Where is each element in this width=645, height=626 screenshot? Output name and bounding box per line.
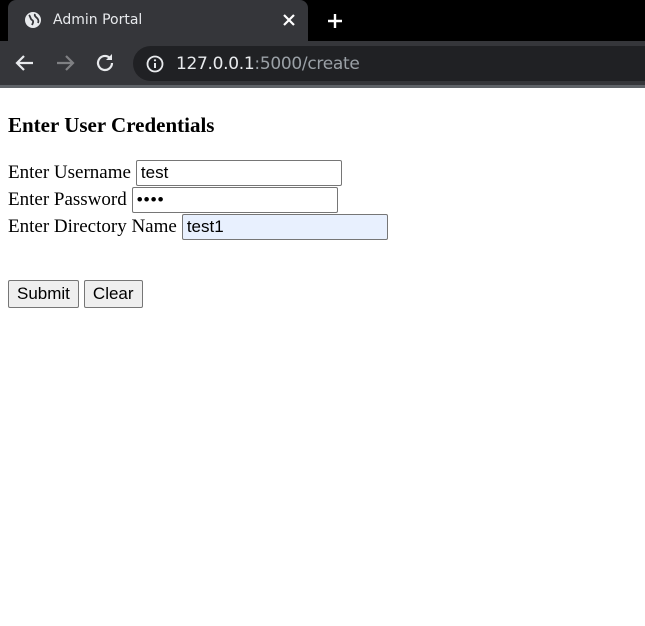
url-text[interactable]: 127.0.0.1:5000/create	[176, 54, 360, 74]
password-label: Enter Password	[8, 188, 127, 210]
new-tab-icon[interactable]	[325, 11, 345, 31]
credentials-form: Enter Username Enter Password Enter Dire…	[8, 159, 637, 308]
form-buttons: Submit Clear	[8, 280, 637, 308]
password-row: Enter Password	[8, 186, 637, 213]
page-title: Enter User Credentials	[8, 113, 215, 137]
browser-chrome: Admin Portal 127.0.0.1:5000/create	[0, 0, 645, 88]
tab-strip: Admin Portal	[0, 0, 645, 41]
username-row: Enter Username	[8, 159, 637, 186]
browser-toolbar: 127.0.0.1:5000/create	[0, 41, 645, 85]
tab-title: Admin Portal	[53, 12, 143, 28]
directory-row: Enter Directory Name	[8, 213, 637, 240]
directory-label: Enter Directory Name	[8, 215, 177, 237]
username-label: Enter Username	[8, 161, 131, 183]
close-icon[interactable]	[282, 13, 296, 27]
username-input[interactable]	[135, 159, 342, 186]
back-arrow-icon[interactable]	[13, 51, 37, 75]
address-bar[interactable]: 127.0.0.1:5000/create	[133, 46, 645, 81]
url-path: :5000/create	[254, 54, 360, 74]
info-icon[interactable]	[146, 55, 164, 73]
toolbar-divider	[0, 85, 645, 88]
reload-icon[interactable]	[93, 51, 117, 75]
globe-icon	[25, 12, 41, 28]
url-host: 127.0.0.1	[176, 54, 255, 74]
page-content: Enter User Credentials Enter Username En…	[0, 113, 645, 308]
forward-arrow-icon[interactable]	[53, 51, 77, 75]
submit-button[interactable]: Submit	[8, 280, 79, 308]
clear-button[interactable]: Clear	[83, 280, 143, 308]
directory-name-input[interactable]	[181, 213, 388, 240]
tab-admin-portal[interactable]: Admin Portal	[8, 0, 308, 41]
password-input[interactable]	[131, 186, 338, 213]
